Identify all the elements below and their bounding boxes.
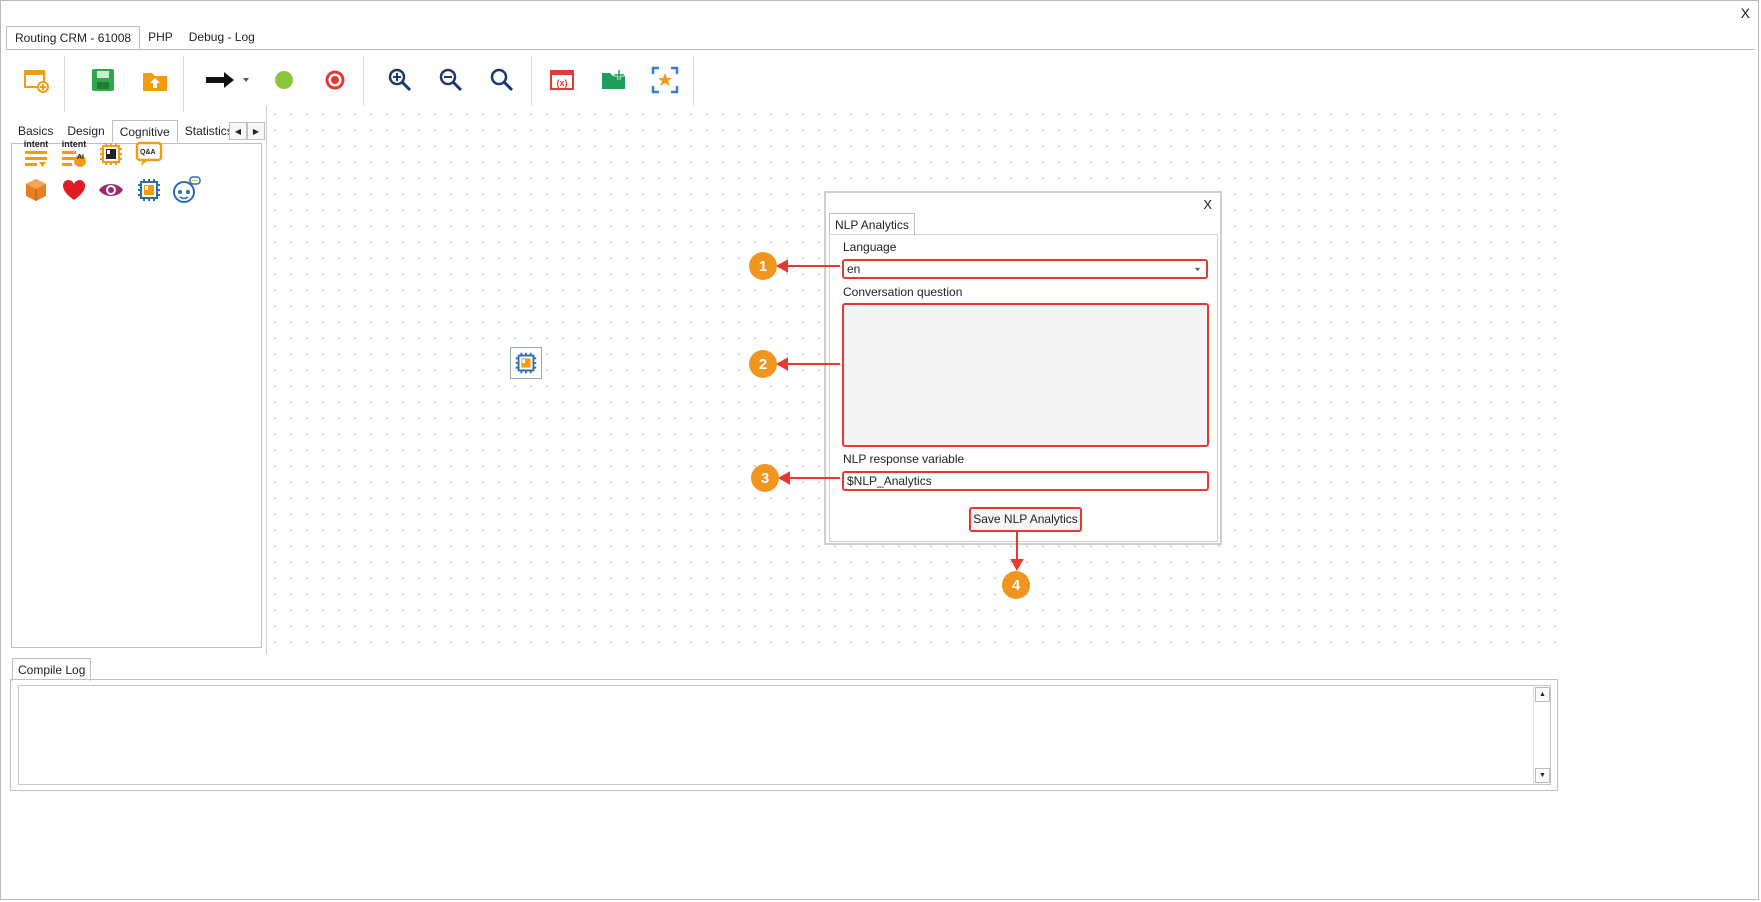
callout-badge-3: 3 — [751, 464, 779, 492]
connect-arrow-button[interactable] — [200, 60, 240, 100]
add-folder-icon — [602, 70, 625, 89]
zoom-in-button[interactable] — [380, 60, 420, 100]
zoom-out-button[interactable] — [431, 60, 471, 100]
toolbar: (x) — [10, 52, 1755, 112]
dialog-tab-nlp-analytics[interactable]: NLP Analytics — [829, 213, 915, 236]
chip-blue-icon — [138, 179, 160, 201]
tab-divider — [6, 49, 1755, 50]
add-folder-button[interactable] — [594, 60, 634, 100]
toolbar-separator — [64, 56, 65, 112]
toolbar-separator — [693, 56, 694, 112]
palette-item-heart[interactable] — [58, 174, 90, 206]
scroll-up-button[interactable]: ▲ — [1535, 687, 1550, 702]
zoom-fit-button[interactable] — [482, 60, 522, 100]
nlp-analytics-node-icon — [515, 352, 537, 374]
palette-item-eye[interactable] — [95, 174, 127, 206]
svg-text:(x): (x) — [557, 78, 568, 88]
window-close-button[interactable]: X — [1741, 5, 1750, 21]
eye-icon — [99, 184, 123, 196]
zoom-out-icon — [439, 68, 463, 92]
toolbar-separator — [531, 56, 532, 112]
start-button[interactable] — [264, 60, 304, 100]
intent-ai-icon-text: intent — [61, 139, 87, 149]
component-palette: intent intent AI Q&A — [11, 139, 262, 648]
variables-icon: (x) — [550, 70, 574, 90]
arrow-right-icon — [206, 72, 234, 88]
robot-icon — [173, 176, 201, 203]
tab-debug-log[interactable]: Debug - Log — [181, 26, 263, 48]
chevron-up-icon: ▲ — [1539, 691, 1546, 698]
end-button[interactable] — [315, 60, 355, 100]
palette-tab-scroller: ◀ ▶ — [229, 122, 265, 140]
palette-item-intent-ai[interactable]: intent AI — [58, 138, 90, 170]
chevron-down-icon: ▼ — [1539, 772, 1546, 779]
toolbar-separator — [363, 56, 364, 112]
zoom-in-icon — [388, 68, 412, 92]
top-tab-bar: Routing CRM - 61008 PHP Debug - Log — [6, 26, 263, 50]
chip-icon — [100, 143, 122, 165]
compile-log-scrollbar[interactable]: ▲ ▼ — [1533, 686, 1550, 784]
intent-ai-sub-text: AI — [77, 154, 84, 161]
callout-badge-1: 1 — [749, 252, 777, 280]
heart-icon — [62, 179, 86, 200]
new-window-icon — [24, 70, 49, 93]
palette-item-chip[interactable] — [95, 138, 127, 170]
dialog-close-button[interactable]: X — [1203, 197, 1212, 212]
tab-compile-log[interactable]: Compile Log — [12, 658, 92, 681]
save-icon — [92, 69, 114, 91]
chevron-down-icon — [1195, 267, 1200, 272]
callout-badge-4: 4 — [1002, 571, 1030, 599]
focus-button[interactable] — [645, 60, 685, 100]
record-icon — [325, 70, 345, 90]
tab-php[interactable]: PHP — [140, 26, 181, 48]
scroll-right-button[interactable]: ▶ — [247, 122, 265, 140]
tab-routing-crm[interactable]: Routing CRM - 61008 — [6, 26, 141, 50]
green-circle-icon — [275, 71, 293, 89]
palette-item-robot[interactable] — [170, 174, 202, 206]
callout-badge-2: 2 — [749, 350, 777, 378]
zoom-fit-icon — [490, 68, 514, 92]
chevron-right-icon: ▶ — [252, 126, 260, 136]
callout-arrows — [775, 259, 1024, 572]
scroll-left-button[interactable]: ◀ — [229, 122, 247, 140]
focus-icon — [651, 66, 679, 94]
new-window-button[interactable] — [16, 60, 56, 100]
save-button[interactable] — [83, 60, 123, 100]
intent-icon-text: intent — [23, 139, 49, 149]
chevron-left-icon: ◀ — [234, 126, 242, 136]
upload-icon — [143, 73, 167, 91]
toolbar-separator — [183, 56, 184, 112]
qa-icon-text: Q&A — [140, 149, 156, 156]
palette-item-intent[interactable]: intent — [20, 138, 52, 170]
nlp-analytics-node[interactable] — [510, 347, 542, 379]
upload-button[interactable] — [135, 60, 175, 100]
dropdown-caret-icon — [243, 78, 249, 82]
compile-log-textarea[interactable]: ▲ ▼ — [18, 685, 1551, 785]
palette-item-box[interactable] — [20, 174, 52, 206]
arrow-dropdown-button[interactable] — [238, 60, 254, 100]
intent-icon — [25, 151, 47, 167]
variables-button[interactable]: (x) — [542, 60, 582, 100]
scroll-down-button[interactable]: ▼ — [1535, 768, 1550, 783]
palette-item-qa[interactable]: Q&A — [133, 138, 165, 170]
box-icon — [26, 179, 46, 201]
palette-item-chip-blue[interactable] — [133, 174, 165, 206]
